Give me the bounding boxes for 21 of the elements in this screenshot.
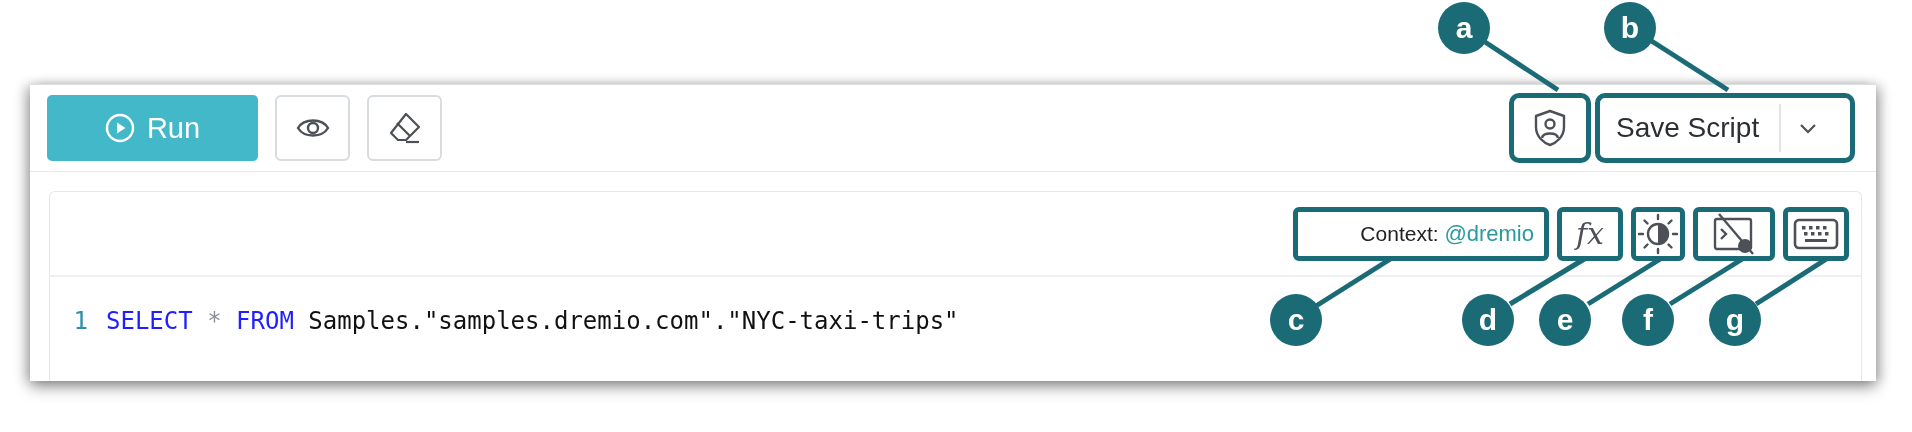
functions-button[interactable]: fx — [1557, 206, 1623, 261]
code-line: SELECT * FROM Samples."samples.dremio.com"."NYC-taxi-trips" — [106, 307, 959, 335]
autocomplete-off-icon — [1711, 212, 1757, 255]
context-selector[interactable]: Context: @dremio — [1293, 206, 1549, 261]
theme-button[interactable] — [1631, 206, 1685, 261]
play-icon — [104, 113, 135, 143]
autocomplete-button[interactable] — [1693, 206, 1775, 261]
shield-user-icon — [1534, 109, 1566, 147]
callout-marker: b — [1604, 2, 1656, 54]
save-script-button[interactable]: Save Script — [1595, 93, 1855, 163]
eraser-icon — [387, 111, 422, 145]
contrast-sun-icon — [1637, 212, 1679, 255]
callout-marker: a — [1438, 2, 1490, 54]
line-number: 1 — [72, 307, 88, 335]
keyboard-icon — [1793, 217, 1839, 250]
privileges-button[interactable] — [1509, 93, 1591, 163]
shortcuts-button[interactable] — [1783, 206, 1849, 261]
preview-button[interactable] — [275, 95, 350, 161]
chevron-down-icon — [1799, 122, 1818, 134]
clear-button[interactable] — [367, 95, 442, 161]
eye-icon — [295, 117, 330, 139]
